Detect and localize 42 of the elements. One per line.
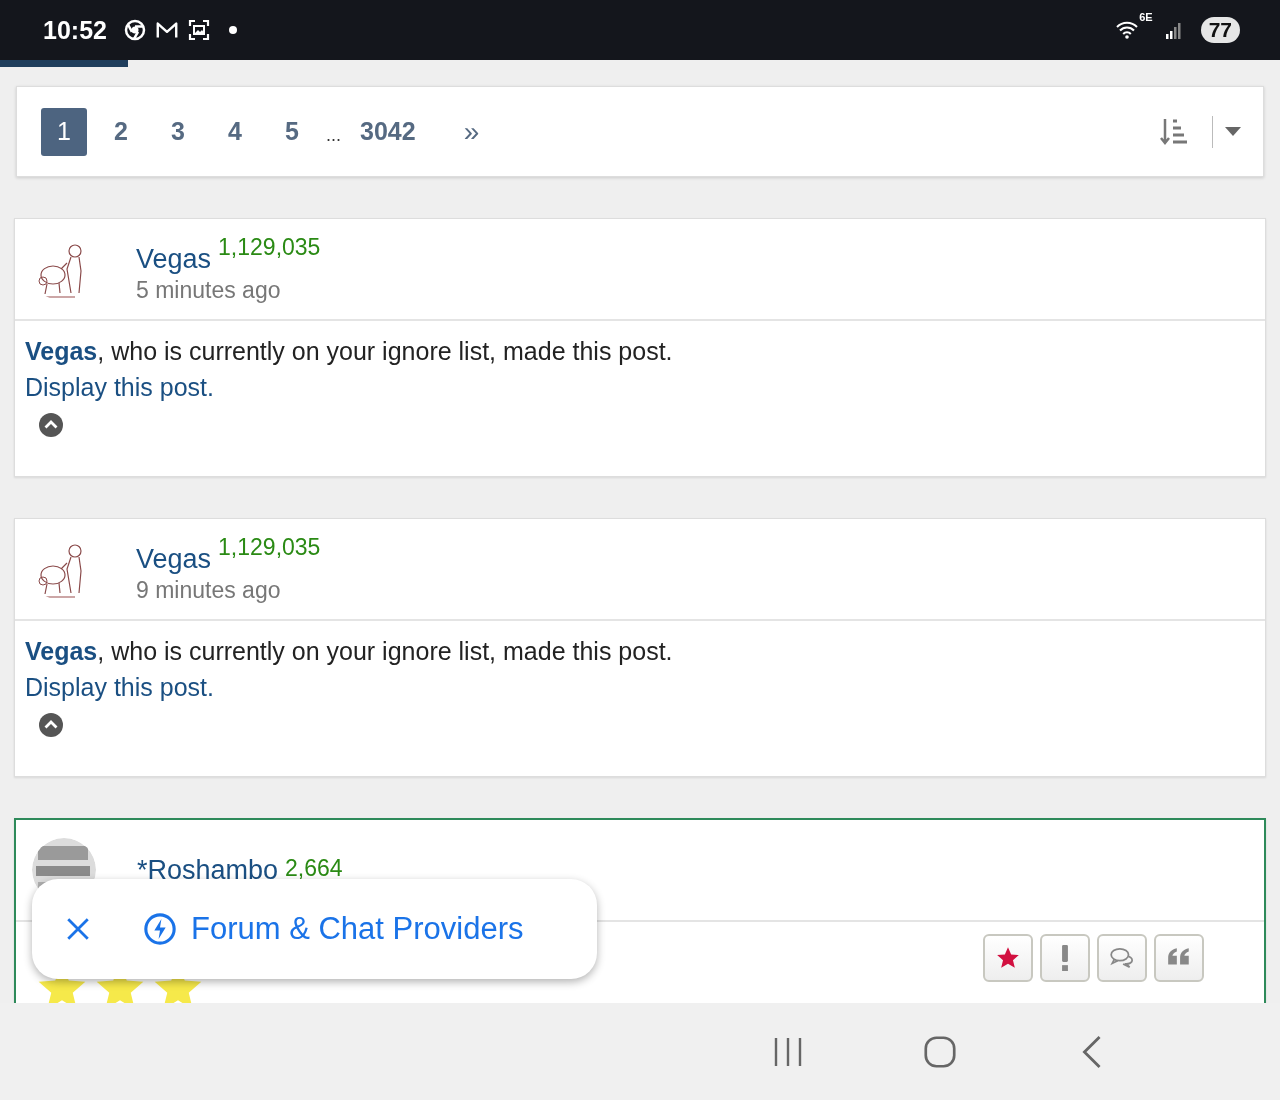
display-post-link[interactable]: Display this post. (25, 369, 1255, 405)
star-icon (995, 945, 1021, 971)
page-button[interactable]: 2 (98, 107, 144, 156)
ignore-notice: Vegas, who is currently on your ignore list, made this post. (25, 336, 674, 367)
post-time: 5 minutes ago (136, 277, 282, 304)
home-icon[interactable] (924, 1034, 956, 1069)
post-count: 1,129,035 (218, 534, 321, 561)
caret-icon[interactable] (1225, 126, 1241, 137)
next-page-button[interactable]: » (448, 107, 495, 156)
wifi-label: 6E (1139, 11, 1153, 23)
wifi-icon (1115, 20, 1140, 40)
post-count: 1,129,035 (218, 234, 321, 261)
username-link[interactable]: Vegas (136, 544, 212, 575)
speech-bubbles-icon (1109, 945, 1135, 971)
collapse-icon[interactable] (39, 713, 63, 737)
page-button[interactable]: 5 (269, 107, 315, 156)
exclamation-button[interactable] (1040, 934, 1090, 982)
close-icon[interactable] (65, 916, 91, 942)
username-link[interactable]: Vegas (136, 244, 212, 275)
page-ellipsis: ... (326, 125, 341, 146)
clock-time: 10:52 (43, 15, 107, 45)
screenshot-icon (186, 18, 211, 42)
speech-bubbles-button[interactable] (1097, 934, 1147, 982)
page-button[interactable]: 3042 (352, 107, 424, 156)
post-time: 9 minutes ago (136, 577, 282, 604)
signal-icon (1164, 21, 1183, 39)
collapse-icon[interactable] (39, 413, 63, 437)
post-count: 2,664 (285, 854, 343, 882)
page-button[interactable]: 3 (155, 107, 201, 156)
sort-icon[interactable] (1160, 116, 1188, 147)
notification-dot (228, 26, 237, 34)
star-button[interactable] (983, 934, 1033, 982)
providers-button[interactable]: Forum & Chat Providers (143, 911, 524, 947)
lightning-bolt-icon (143, 912, 177, 946)
page-button[interactable]: 4 (212, 107, 258, 156)
quote-button[interactable] (1154, 934, 1204, 982)
browser-icon (122, 18, 147, 42)
exclamation-icon (1062, 945, 1068, 971)
page-button[interactable]: 1 (41, 107, 87, 156)
battery-level: 77 (1200, 17, 1240, 43)
display-post-link[interactable]: Display this post. (25, 669, 1255, 705)
ignore-notice: Vegas, who is currently on your ignore list, made this post. (25, 636, 674, 667)
